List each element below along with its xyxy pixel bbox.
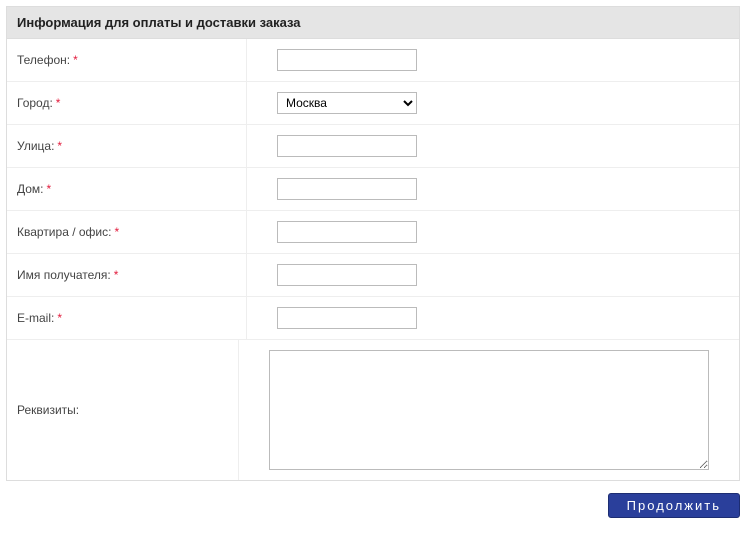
row-phone: Телефон: *: [7, 39, 739, 82]
house-input[interactable]: [277, 178, 417, 200]
label-phone: Телефон: *: [7, 39, 247, 81]
row-recipient: Имя получателя: *: [7, 254, 739, 297]
required-mark: *: [114, 225, 119, 239]
row-street: Улица: *: [7, 125, 739, 168]
required-mark: *: [57, 139, 62, 153]
row-apartment: Квартира / офис: *: [7, 211, 739, 254]
requisites-textarea[interactable]: [269, 350, 709, 470]
label-street: Улица: *: [7, 125, 247, 167]
row-house: Дом: *: [7, 168, 739, 211]
row-email: E-mail: *: [7, 297, 739, 340]
label-house: Дом: *: [7, 168, 247, 210]
button-row: Продолжить: [6, 481, 740, 522]
row-city: Город: * Москва: [7, 82, 739, 125]
city-select[interactable]: Москва: [277, 92, 417, 114]
delivery-payment-form: Информация для оплаты и доставки заказа …: [6, 6, 740, 481]
form-title: Информация для оплаты и доставки заказа: [17, 15, 301, 30]
required-mark: *: [47, 182, 52, 196]
required-mark: *: [114, 268, 119, 282]
label-city: Город: *: [7, 82, 247, 124]
required-mark: *: [73, 53, 78, 67]
continue-button[interactable]: Продолжить: [608, 493, 740, 518]
email-input[interactable]: [277, 307, 417, 329]
required-mark: *: [56, 96, 61, 110]
label-requisites: Реквизиты:: [7, 340, 239, 480]
street-input[interactable]: [277, 135, 417, 157]
label-apartment: Квартира / офис: *: [7, 211, 247, 253]
apartment-input[interactable]: [277, 221, 417, 243]
recipient-input[interactable]: [277, 264, 417, 286]
required-mark: *: [57, 311, 62, 325]
label-recipient: Имя получателя: *: [7, 254, 247, 296]
label-email: E-mail: *: [7, 297, 247, 339]
phone-input[interactable]: [277, 49, 417, 71]
form-header: Информация для оплаты и доставки заказа: [7, 7, 739, 39]
row-requisites: Реквизиты:: [7, 340, 739, 480]
